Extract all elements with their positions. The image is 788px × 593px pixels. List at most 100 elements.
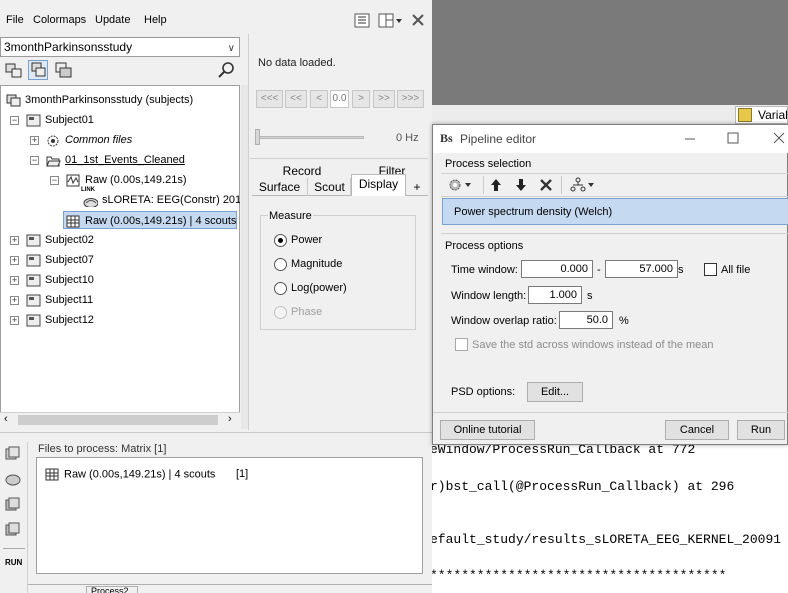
overlap-ratio-input[interactable]: 50.0: [559, 311, 613, 329]
tree-item-raw-scouts[interactable]: Raw (0.00s,149.21s) | 4 scouts: [63, 211, 237, 229]
expand-icon[interactable]: +: [10, 296, 19, 305]
time-window-start-input[interactable]: 0.000: [521, 260, 593, 278]
files-icon[interactable]: [5, 497, 21, 513]
tab-display[interactable]: Display: [351, 174, 406, 196]
tab-process2[interactable]: Process2: [86, 586, 138, 593]
menu-update[interactable]: Update: [95, 14, 130, 26]
arrow-up-icon[interactable]: [490, 178, 502, 192]
layout-icon[interactable]: [378, 13, 404, 28]
delete-icon[interactable]: [539, 178, 553, 192]
search-icon[interactable]: [218, 61, 236, 79]
minimize-icon[interactable]: [684, 133, 696, 145]
radio-magnitude[interactable]: [274, 258, 287, 271]
process-selection-label: Process selection: [445, 158, 532, 170]
collapse-icon[interactable]: −: [30, 156, 39, 165]
divider: [250, 158, 428, 159]
panel-splitter[interactable]: [0, 432, 432, 442]
link-brain-icon: [83, 197, 98, 207]
collapse-icon[interactable]: −: [50, 176, 59, 185]
cancel-button[interactable]: Cancel: [665, 420, 729, 440]
divider: [3, 548, 25, 549]
matlab-desktop-background: [432, 0, 788, 105]
splitter[interactable]: [241, 85, 248, 429]
radio-phase-label: Phase: [291, 306, 323, 318]
frequency-slider-track[interactable]: [258, 136, 364, 139]
tab-scout[interactable]: Scout: [309, 178, 351, 196]
tree-item-label: Subject11: [45, 294, 94, 306]
tab-surface[interactable]: Surface: [252, 178, 308, 196]
protocol-select[interactable]: 3monthParkinsonsstudy ∨: [0, 37, 240, 57]
tree-item-subject01[interactable]: Subject01: [26, 111, 94, 129]
time-value-field[interactable]: 0.0: [330, 90, 349, 108]
dialog-title: Pipeline editor: [460, 132, 537, 146]
radio-power-label: Power: [291, 234, 323, 246]
selected-process-label: Power spectrum density (Welch): [454, 206, 613, 218]
tree-root[interactable]: 3monthParkinsonsstudy (subjects): [6, 91, 193, 109]
tree-item-sloreta[interactable]: sLORETA: EEG(Constr) 2018: [83, 191, 240, 209]
expand-icon[interactable]: +: [10, 256, 19, 265]
arrow-down-icon[interactable]: [515, 178, 527, 192]
nav-prev-page-button[interactable]: <<: [285, 90, 307, 108]
scroll-right-icon[interactable]: ›: [228, 413, 232, 425]
tree-item-condition-folder[interactable]: 01_1st_Events_Cleaned: [46, 151, 185, 169]
nav-next-page-button[interactable]: >>: [373, 90, 395, 108]
expand-icon[interactable]: +: [30, 136, 39, 145]
psd-edit-button[interactable]: Edit...: [527, 382, 583, 402]
tree-item-subject07[interactable]: Subject07: [26, 251, 94, 269]
maximize-icon[interactable]: [727, 132, 739, 144]
process-file-item[interactable]: Raw (0.00s,149.21s) | 4 scouts: [45, 468, 215, 481]
scroll-left-icon[interactable]: ‹: [4, 413, 8, 425]
run-button[interactable]: RUN: [5, 558, 22, 567]
tree-item-label: Subject12: [45, 314, 94, 326]
scrollbar-thumb[interactable]: [18, 415, 218, 425]
radio-magnitude-label: Magnitude: [291, 258, 343, 270]
nav-next-button[interactable]: >: [352, 90, 370, 108]
close-icon[interactable]: [773, 132, 785, 144]
pipeline-menu-icon[interactable]: [570, 177, 596, 193]
window-length-input[interactable]: 1.000: [528, 286, 582, 304]
expand-icon[interactable]: +: [10, 236, 19, 245]
subject-icon: [26, 314, 41, 327]
tab-add[interactable]: +: [408, 178, 426, 196]
radio-power[interactable]: [274, 234, 287, 247]
tree-item-subject02[interactable]: Subject02: [26, 231, 94, 249]
time-window-end-input[interactable]: 57.000: [605, 260, 678, 278]
variables-icon: [738, 108, 752, 122]
stack-icon[interactable]: [5, 522, 21, 538]
conditions-view-icon[interactable]: [55, 62, 73, 79]
radio-log-power[interactable]: [274, 282, 287, 295]
frequency-slider-handle[interactable]: [255, 129, 260, 145]
all-file-checkbox[interactable]: [704, 263, 717, 276]
functional-view-icon[interactable]: [28, 60, 48, 80]
menu-file[interactable]: File: [6, 14, 24, 26]
list-view-icon[interactable]: [354, 13, 370, 28]
brain-filter-icon[interactable]: [5, 472, 21, 488]
collapse-icon[interactable]: −: [10, 116, 19, 125]
menu-help[interactable]: Help: [144, 14, 167, 26]
nav-prev-button[interactable]: <: [310, 90, 328, 108]
process-icon[interactable]: [5, 446, 21, 462]
anatomy-view-icon[interactable]: [5, 62, 23, 79]
gear-icon[interactable]: [449, 178, 473, 192]
console-line: efault_study/results_sLORETA_EEG_KERNEL_…: [432, 532, 782, 547]
tree-item-label: Raw (0.00s,149.21s) | 4 scouts: [85, 215, 237, 227]
matlab-command-window[interactable]: eWindow/ProcessRun_Callback at 772 r)bst…: [432, 440, 788, 593]
tree-item-subject11[interactable]: Subject11: [26, 291, 93, 309]
tree-item-subject12[interactable]: Subject12: [26, 311, 94, 329]
time-window-dash: -: [597, 264, 601, 276]
overlap-ratio-unit: %: [619, 315, 629, 327]
all-file-label: All file: [721, 264, 751, 276]
expand-icon[interactable]: +: [10, 276, 19, 285]
console-line: **************************************: [432, 568, 727, 583]
run-process-button[interactable]: Run: [737, 420, 785, 440]
nav-last-button[interactable]: >>>: [397, 90, 424, 108]
tree-item-subject10[interactable]: Subject10: [26, 271, 94, 289]
tree-item-common-files[interactable]: Common files: [46, 131, 132, 149]
nav-first-button[interactable]: <<<: [256, 90, 283, 108]
tree-item-label: sLORETA: EEG(Constr) 2018: [102, 194, 240, 206]
menu-colormaps[interactable]: Colormaps: [33, 14, 86, 26]
expand-icon[interactable]: +: [10, 316, 19, 325]
online-tutorial-button[interactable]: Online tutorial: [440, 420, 535, 440]
process-sidebar: [0, 442, 28, 593]
close-icon[interactable]: [411, 13, 425, 27]
